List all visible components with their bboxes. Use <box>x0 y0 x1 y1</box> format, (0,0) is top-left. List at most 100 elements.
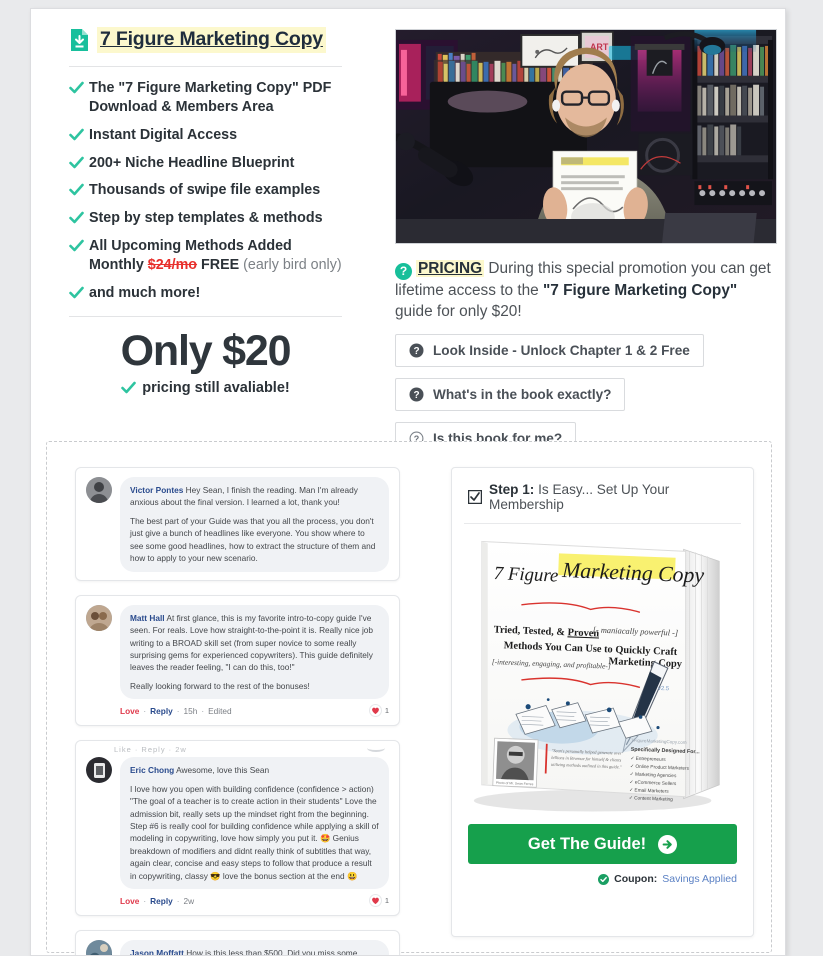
reply-link[interactable]: Reply <box>150 896 173 906</box>
cta-label: Get The Guide! <box>527 834 647 853</box>
coupon-label: Coupon: <box>614 873 658 885</box>
offer-left-column: 7 Figure Marketing Copy The "7 Figure Ma… <box>69 27 342 400</box>
meta-separator: · <box>176 895 180 906</box>
testimonial-card: Victor Pontes Hey Sean, I finish the rea… <box>75 467 400 581</box>
feature-list: The "7 Figure Marketing Copy" PDF Downlo… <box>69 79 342 303</box>
feature-label: Thousands of swipe file examples <box>89 182 321 199</box>
coupon-value: Savings Applied <box>662 873 737 885</box>
testimonial-bubble: Eric Chong Awesome, love this Sean I lov… <box>120 757 389 890</box>
step-label: Step 1: Is Easy... Set Up Your Membershi… <box>489 482 737 512</box>
reaction-action[interactable]: Love <box>120 896 139 906</box>
check-icon <box>69 128 84 142</box>
price-block: Only $20 pricing still avaliable! <box>69 326 342 400</box>
offer-title-link[interactable]: 7 Figure Marketing Copy <box>97 27 326 53</box>
check-icon <box>69 81 84 95</box>
look-inside-button[interactable]: ? Look Inside - Unlock Chapter 1 & 2 Fre… <box>395 333 704 367</box>
testimonial-author[interactable]: Eric Chong <box>130 765 174 775</box>
svg-text:7 Figure: 7 Figure <box>493 563 558 586</box>
clipped-meta-above: Like · Reply · 2w <box>114 745 187 755</box>
svg-text:?: ? <box>413 346 419 357</box>
feature-item: The "7 Figure Marketing Copy" PDF Downlo… <box>69 79 342 117</box>
feature-item: Step by step templates & methods <box>69 209 342 228</box>
feature-item-monthly: All Upcoming Methods Added Monthly $24/m… <box>69 237 342 275</box>
heart-reaction-icon <box>368 894 382 908</box>
offer-title-row: 7 Figure Marketing Copy <box>69 27 342 53</box>
testimonial-meta: Love · Reply · 15h · Edited 1 <box>120 704 389 718</box>
testimonial-message: Victor Pontes Hey Sean, I finish the rea… <box>86 477 389 572</box>
svg-text:v2.5: v2.5 <box>658 686 670 692</box>
video-thumbnail[interactable]: ART <box>395 29 777 244</box>
pricing-keyword-link[interactable]: PRICING <box>416 260 485 277</box>
question-buttons: ? Look Inside - Unlock Chapter 1 & 2 Fre… <box>395 323 777 455</box>
testimonial-message: Matt Hall At first glance, this is my fa… <box>86 604 389 700</box>
reaction-count: 1 <box>384 706 389 716</box>
reply-link[interactable]: Reply <box>150 706 173 716</box>
pricing-paragraph: ? PRICING During this special promotion y… <box>395 258 777 323</box>
question-circle-filled-icon: ? <box>409 387 424 402</box>
check-icon <box>69 183 84 197</box>
checkbox-checked-icon <box>467 489 483 505</box>
testimonial-bubble: Matt Hall At first glance, this is my fa… <box>120 604 389 700</box>
title-divider <box>69 66 342 67</box>
whats-in-book-button[interactable]: ? What's in the book exactly? <box>395 377 626 411</box>
testimonial-message: Eric Chong Awesome, love this Sean I lov… <box>86 757 389 890</box>
timestamp: 15h <box>183 705 198 716</box>
top-section: 7 Figure Marketing Copy The "7 Figure Ma… <box>31 9 785 455</box>
avatar <box>86 604 112 631</box>
svg-text:?: ? <box>413 390 419 401</box>
testimonial-author[interactable]: Matt Hall <box>130 613 165 623</box>
testimonial-list: Victor Pontes Hey Sean, I finish the rea… <box>75 467 400 955</box>
testimonial-text: The best part of your Guide was that you… <box>130 515 376 564</box>
feature-label: Step by step templates & methods <box>89 210 323 227</box>
check-icon <box>69 286 84 300</box>
check-icon <box>69 239 84 253</box>
testimonial-bubble: Victor Pontes Hey Sean, I finish the rea… <box>120 477 389 572</box>
feature-label: 200+ Niche Headline Blueprint <box>89 154 295 171</box>
testimonial-line: Jason Moffatt How is this less than $500… <box>130 947 379 955</box>
feature-label: The "7 Figure Marketing Copy" PDF Downlo… <box>89 80 332 115</box>
step-title-row: Step 1: Is Easy... Set Up Your Membershi… <box>467 482 737 512</box>
proof-and-signup-section: Victor Pontes Hey Sean, I finish the rea… <box>46 441 772 955</box>
testimonial-text: Really looking forward to the rest of th… <box>130 680 310 691</box>
price-subline-row: pricing still avaliable! <box>121 379 290 396</box>
testimonial-author[interactable]: Victor Pontes <box>130 485 183 495</box>
feature-label: Instant Digital Access <box>89 126 238 143</box>
reaction-count: 1 <box>384 896 389 906</box>
reaction-summary[interactable]: 1 <box>368 894 389 908</box>
monthly-free: FREE <box>197 257 244 274</box>
struck-price: $24/mo <box>147 257 198 274</box>
feature-item: Thousands of swipe file examples <box>69 181 342 200</box>
check-icon <box>121 381 137 395</box>
testimonial-line: Eric Chong Awesome, love this Sean <box>130 764 379 776</box>
file-download-icon <box>69 28 90 52</box>
price-subline: pricing still avaliable! <box>142 379 290 396</box>
avatar <box>86 477 112 503</box>
reaction-action[interactable]: Love <box>120 706 139 716</box>
monthly-note: (early bird only) <box>243 257 342 274</box>
reaction-summary[interactable]: 1 <box>368 704 389 718</box>
step-number: Step 1: <box>489 482 535 497</box>
check-icon <box>69 211 84 225</box>
testimonial-author[interactable]: Jason Moffatt <box>130 948 184 955</box>
testimonial-text: Awesome, love this Sean <box>176 765 270 776</box>
page-root: 7 Figure Marketing Copy The "7 Figure Ma… <box>0 0 823 956</box>
avatar <box>86 757 112 784</box>
get-the-guide-button[interactable]: Get The Guide! <box>468 824 737 864</box>
feature-item: and much more! <box>69 284 342 303</box>
testimonial-bubble: Jason Moffatt How is this less than $500… <box>120 940 389 955</box>
meta-separator: · <box>143 895 147 906</box>
look-inside-label: Look Inside - Unlock Chapter 1 & 2 Free <box>433 342 690 358</box>
meta-separator: · <box>176 705 180 716</box>
feature-item: Instant Digital Access <box>69 126 342 145</box>
edited-label: Edited <box>208 705 232 716</box>
coupon-status: Coupon: Savings Applied <box>468 873 737 885</box>
arrow-right-circle-icon <box>658 834 678 854</box>
testimonial-line: Victor Pontes Hey Sean, I finish the rea… <box>130 484 379 509</box>
feature-label: and much more! <box>89 284 201 301</box>
testimonial-line: Matt Hall At first glance, this is my fa… <box>130 612 379 674</box>
pricing-text-part2: guide for only $20! <box>395 303 522 321</box>
price-headline: Only $20 <box>120 326 292 375</box>
check-circle-icon <box>598 873 610 885</box>
question-circle-icon: ? <box>395 263 412 280</box>
step-divider <box>464 523 741 524</box>
